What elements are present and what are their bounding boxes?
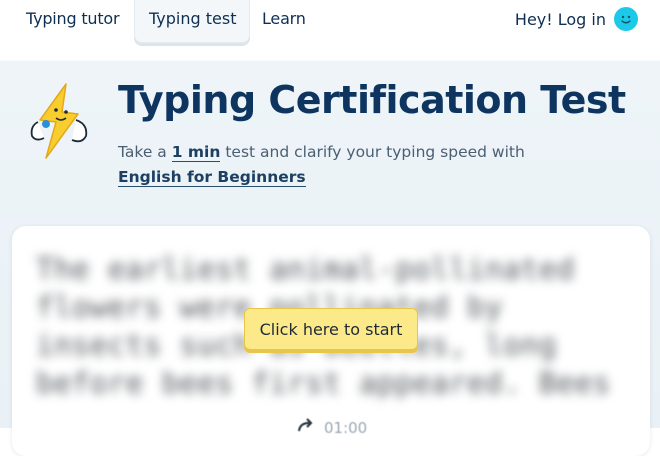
start-test-button[interactable]: Click here to start <box>244 308 418 350</box>
top-navigation: Typing tutor Typing test Learn Hey! Log … <box>0 0 660 52</box>
subtitle-mid: test and clarify your typing speed with <box>220 143 525 161</box>
login-label: Hey! Log in <box>514 9 606 29</box>
test-timer: 01:00 <box>296 418 367 438</box>
nav-typing-tutor[interactable]: Typing tutor <box>26 9 120 28</box>
smiley-face-icon <box>614 7 638 31</box>
timer-value: 01:00 <box>324 419 368 437</box>
login-link[interactable]: Hey! Log in <box>515 7 638 31</box>
page-subtitle: Take a 1 min test and clarify your typin… <box>118 140 538 190</box>
course-selector[interactable]: English for Beginners <box>118 168 306 187</box>
duration-selector[interactable]: 1 min <box>171 143 221 162</box>
restart-arrow-icon[interactable] <box>296 418 314 438</box>
nav-learn[interactable]: Learn <box>262 9 306 28</box>
lightning-bolt-mascot-icon <box>26 82 92 162</box>
subtitle-pre: Take a <box>118 143 172 161</box>
nav-typing-test-tab[interactable]: Typing test <box>134 0 250 43</box>
nav-typing-test-label: Typing test <box>149 9 237 28</box>
page-title: Typing Certification Test <box>118 78 626 122</box>
